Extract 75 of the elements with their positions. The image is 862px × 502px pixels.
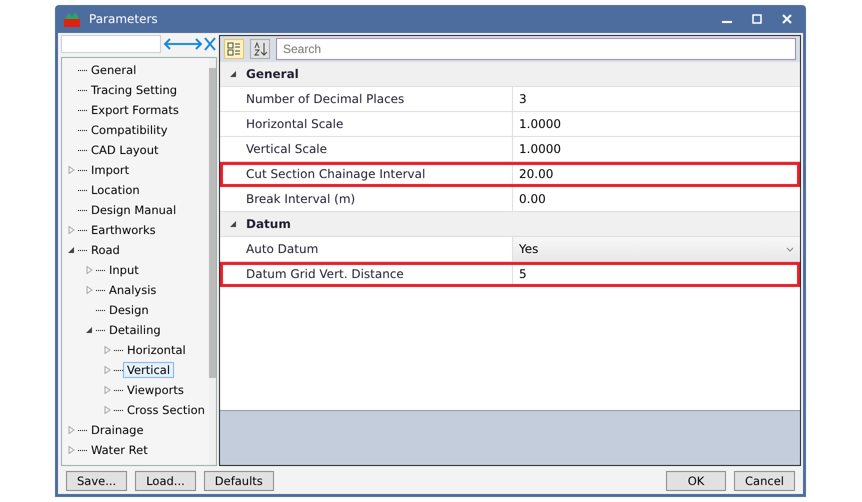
maximize-icon[interactable]	[752, 14, 762, 24]
tree-item[interactable]: Design Manual	[87, 202, 180, 218]
property-value[interactable]: 1.0000	[513, 112, 800, 136]
dialog-button[interactable]: OK	[666, 471, 726, 491]
property-name: Auto Datum	[220, 237, 513, 261]
property-row[interactable]: Vertical Scale 1.0000	[220, 137, 800, 162]
tree-item[interactable]: Drainage	[87, 422, 148, 438]
collapsed-icon[interactable]	[86, 286, 93, 294]
dialog-button[interactable]: Save...	[66, 471, 128, 491]
category-title: General	[246, 67, 299, 81]
property-row[interactable]: Datum Grid Vert. Distance 5	[220, 262, 800, 287]
property-value[interactable]: 1.0000	[513, 137, 800, 161]
dialog-button[interactable]: Cancel	[734, 471, 795, 491]
expanded-icon[interactable]	[230, 220, 236, 228]
tree-item[interactable]: Viewports	[123, 382, 188, 398]
collapsed-icon[interactable]	[104, 406, 111, 414]
property-row[interactable]: Cut Section Chainage Interval 20.00	[220, 162, 800, 187]
search-field[interactable]: Search	[276, 38, 796, 60]
collapsed-icon[interactable]	[68, 226, 75, 234]
tree-item[interactable]: CAD Layout	[87, 142, 163, 158]
tree-item[interactable]: Vertical	[123, 362, 174, 378]
dialog-button[interactable]: Defaults	[204, 471, 274, 491]
tree-item[interactable]: General	[87, 62, 140, 78]
collapsed-icon[interactable]	[104, 386, 111, 394]
window-title: Parameters	[89, 12, 159, 26]
property-name: Datum Grid Vert. Distance	[220, 262, 513, 286]
app-logo-icon	[63, 11, 81, 27]
tree-item[interactable]: Tracing Setting	[87, 82, 182, 98]
sort-az-button[interactable]	[250, 39, 270, 59]
category-header[interactable]: General	[220, 62, 800, 87]
property-value[interactable]: 20.00	[513, 162, 800, 186]
tree-item[interactable]: Road	[87, 242, 124, 258]
tree-item[interactable]: Location	[87, 182, 144, 198]
category-title: Datum	[246, 217, 291, 231]
collapsed-icon[interactable]	[68, 446, 75, 454]
collapsed-icon[interactable]	[86, 266, 93, 274]
collapsed-icon[interactable]	[68, 426, 75, 434]
property-row[interactable]: Number of Decimal Places 3	[220, 87, 800, 112]
property-name: Break Interval (m)	[220, 187, 513, 211]
chevron-down-icon[interactable]	[786, 246, 794, 252]
property-name: Horizontal Scale	[220, 112, 513, 136]
dialog-button[interactable]: Load...	[135, 471, 196, 491]
property-value[interactable]: 5	[513, 262, 800, 286]
property-name: Number of Decimal Places	[220, 87, 513, 111]
tree-item[interactable]: Cross Section	[123, 402, 209, 418]
tree-item[interactable]: Input	[105, 262, 143, 278]
tree-item[interactable]: Import	[87, 162, 134, 178]
expanded-icon[interactable]	[68, 246, 75, 254]
property-value[interactable]: 3	[513, 87, 800, 111]
expanded-icon[interactable]	[86, 326, 93, 334]
property-name: Vertical Scale	[220, 137, 513, 161]
filter-field[interactable]	[61, 35, 161, 53]
property-name: Cut Section Chainage Interval	[220, 162, 513, 186]
tree-item[interactable]: Export Formats	[87, 102, 183, 118]
tree-item[interactable]: Water Ret	[87, 442, 152, 458]
property-row[interactable]: Horizontal Scale 1.0000	[220, 112, 800, 137]
collapsed-icon[interactable]	[68, 166, 75, 174]
collapsed-icon[interactable]	[104, 366, 111, 374]
property-value[interactable]: 0.00	[513, 187, 800, 211]
tree-item[interactable]: Horizontal	[123, 342, 190, 358]
property-dropdown[interactable]: Yes	[513, 237, 800, 261]
tree-item[interactable]: Detailing	[105, 322, 165, 338]
categorized-button[interactable]	[224, 39, 244, 59]
property-row[interactable]: Break Interval (m) 0.00	[220, 187, 800, 212]
tree-item[interactable]: Earthworks	[87, 222, 160, 238]
collapsed-icon[interactable]	[104, 346, 111, 354]
close-icon[interactable]	[782, 14, 792, 24]
tree-item[interactable]: Compatibility	[87, 122, 172, 138]
tree-item[interactable]: Analysis	[105, 282, 160, 298]
property-row[interactable]: Auto Datum Yes	[220, 237, 800, 262]
expand-collapse-icon[interactable]	[163, 36, 217, 52]
expanded-icon[interactable]	[230, 70, 236, 78]
category-header[interactable]: Datum	[220, 212, 800, 237]
tree-item[interactable]: Design	[105, 302, 153, 318]
scrollbar[interactable]	[208, 58, 216, 465]
